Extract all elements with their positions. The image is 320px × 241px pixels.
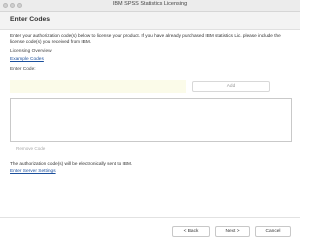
cancel-button[interactable]: Cancel	[255, 226, 291, 237]
codes-list[interactable]	[10, 98, 292, 142]
authorization-note: The authorization code(s) will be electr…	[10, 161, 133, 166]
title-bar: IBM SPSS Statistics Licensing	[0, 0, 300, 12]
server-settings-link[interactable]: Enter Server Settings	[10, 169, 56, 174]
licensing-overview-text: Licensing Overview	[10, 48, 52, 54]
example-codes-link[interactable]: Example Codes	[10, 57, 292, 62]
enter-code-label: Enter Code:	[10, 66, 36, 72]
enter-code-row: Add	[10, 80, 292, 93]
next-button[interactable]: Next >	[215, 226, 250, 237]
back-button[interactable]: < Back	[172, 226, 210, 237]
remove-code-button[interactable]: Remove Code	[16, 146, 45, 151]
instructions-text: Enter your authorization code(s) below t…	[10, 33, 281, 45]
page-title: Enter Codes	[10, 16, 51, 23]
main-content: Enter your authorization code(s) below t…	[10, 33, 292, 72]
footer-bar: < Back Next > Cancel	[0, 217, 300, 241]
code-input[interactable]	[10, 80, 186, 93]
add-button[interactable]: Add	[192, 81, 270, 92]
window-title: IBM SPSS Statistics Licensing	[112, 1, 188, 7]
page-header: Enter Codes	[0, 12, 300, 30]
